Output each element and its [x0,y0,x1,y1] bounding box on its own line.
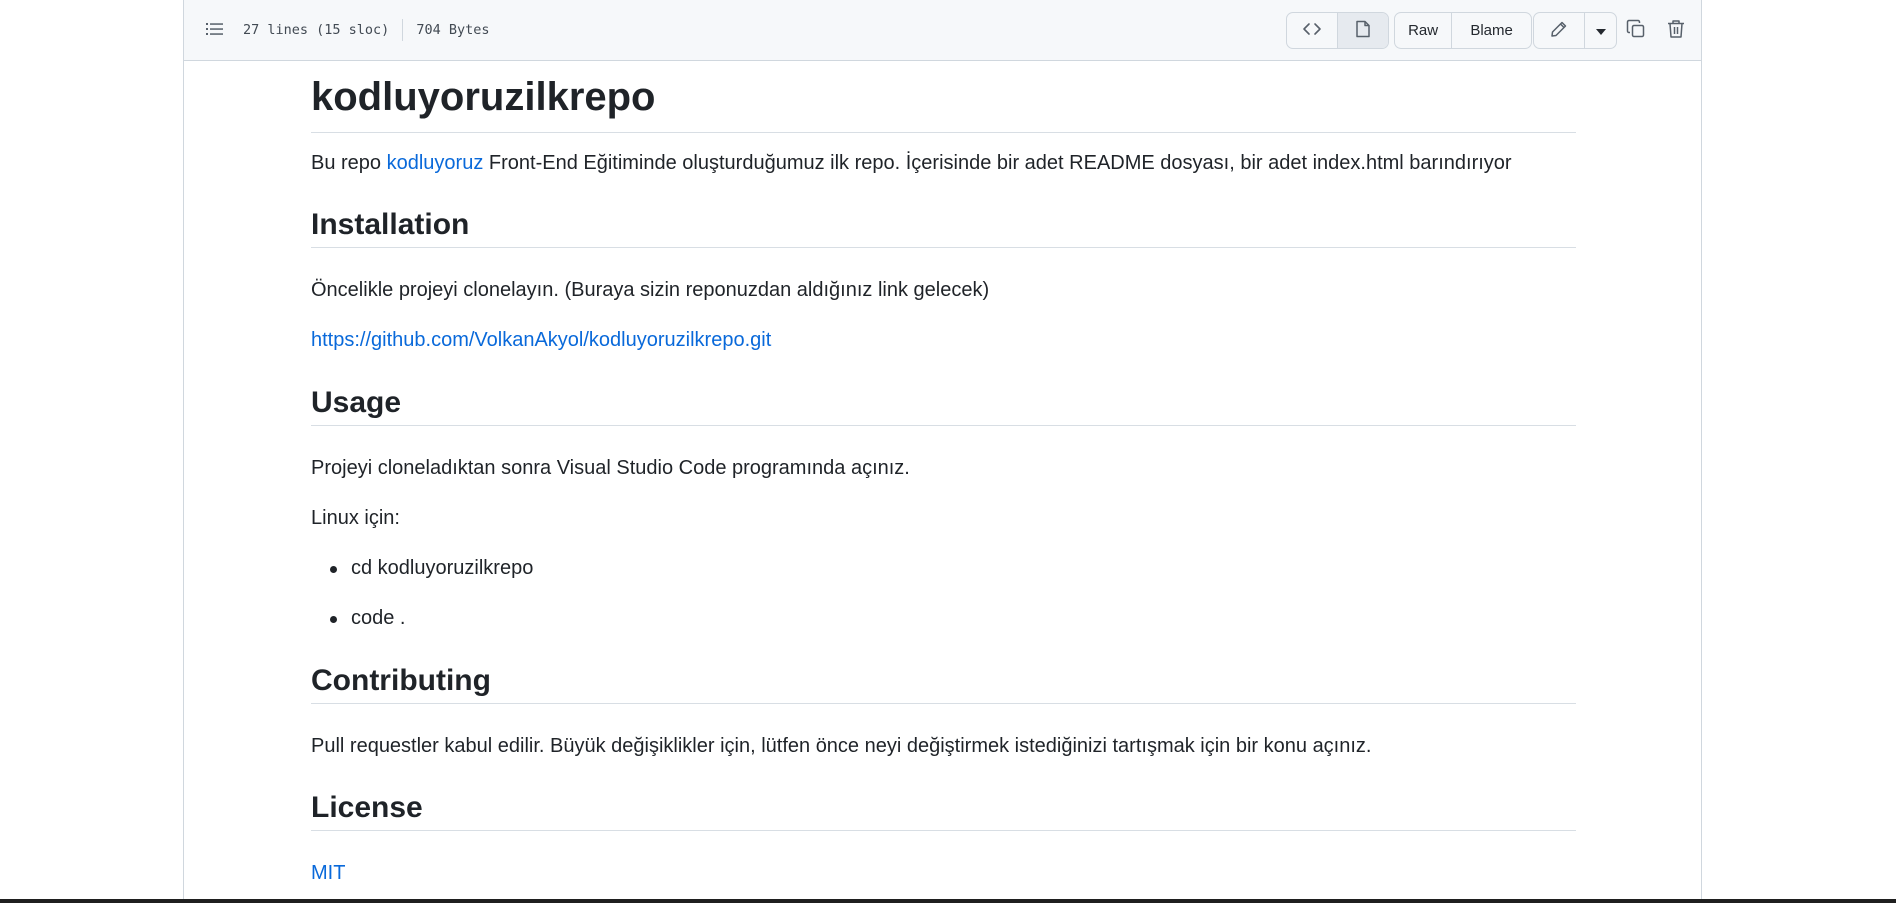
intro-prefix: Bu repo [311,152,387,174]
preview-button[interactable] [1337,13,1388,48]
contributing-heading: Contributing [311,661,1576,704]
line-count: 27 lines (15 sloc) [243,22,390,38]
code-view-button[interactable] [1287,13,1338,48]
list-unordered-icon [206,21,224,42]
edit-dropdown-button[interactable] [1585,13,1616,48]
view-toggle [1286,12,1389,49]
usage-heading: Usage [311,383,1576,426]
raw-blame-group: Raw Blame [1394,12,1532,49]
triangle-down-icon [1595,22,1606,39]
copy-icon [1626,19,1646,44]
edit-group [1533,12,1617,49]
file-icon [1355,20,1371,42]
repo-url-link[interactable]: https://github.com/VolkanAkyol/kodluyoru… [311,329,771,351]
mit-license-link[interactable]: MIT [311,862,345,884]
divider [402,19,404,41]
kodluyoruz-link[interactable]: kodluyoruz [387,152,484,174]
usage-text: Projeyi cloneladıktan sonra Visual Studi… [311,457,910,479]
intro-paragraph: Bu repo kodluyoruz Front-End Eğitiminde … [311,149,1512,177]
file-info: 27 lines (15 sloc) 704 Bytes [243,0,489,60]
code-icon [1302,21,1322,41]
pencil-icon [1550,20,1568,42]
license-heading: License [311,788,1576,831]
installation-heading: Installation [311,205,1576,248]
raw-button[interactable]: Raw [1395,13,1453,48]
file-header: 27 lines (15 sloc) 704 Bytes Raw Blame [184,0,1701,61]
list-item: code . [329,604,405,632]
linux-label: Linux için: [311,507,400,529]
license-paragraph: MIT [311,859,345,887]
delete-button[interactable] [1661,16,1691,46]
page: 27 lines (15 sloc) 704 Bytes Raw Blame k… [0,0,1896,903]
repo-clone-link: https://github.com/VolkanAkyol/kodluyoru… [311,326,771,354]
contributing-text: Pull requestler kabul edilir. Büyük deği… [311,735,1372,757]
file-size: 704 Bytes [416,22,490,38]
outline-button[interactable] [202,18,228,44]
readme-title: kodluyoruzilkrepo [311,67,1576,133]
blame-button[interactable]: Blame [1452,13,1531,48]
trash-icon [1667,19,1685,44]
window-bottom-edge [0,899,1896,903]
copy-button[interactable] [1621,16,1651,46]
file-view: 27 lines (15 sloc) 704 Bytes Raw Blame k… [183,0,1702,903]
list-item: cd kodluyoruzilkrepo [329,554,533,582]
edit-button[interactable] [1534,13,1586,48]
installation-text: Öncelikle projeyi clonelayın. (Buraya si… [311,279,990,301]
intro-suffix: Front-End Eğitiminde oluşturduğumuz ilk … [483,152,1512,174]
